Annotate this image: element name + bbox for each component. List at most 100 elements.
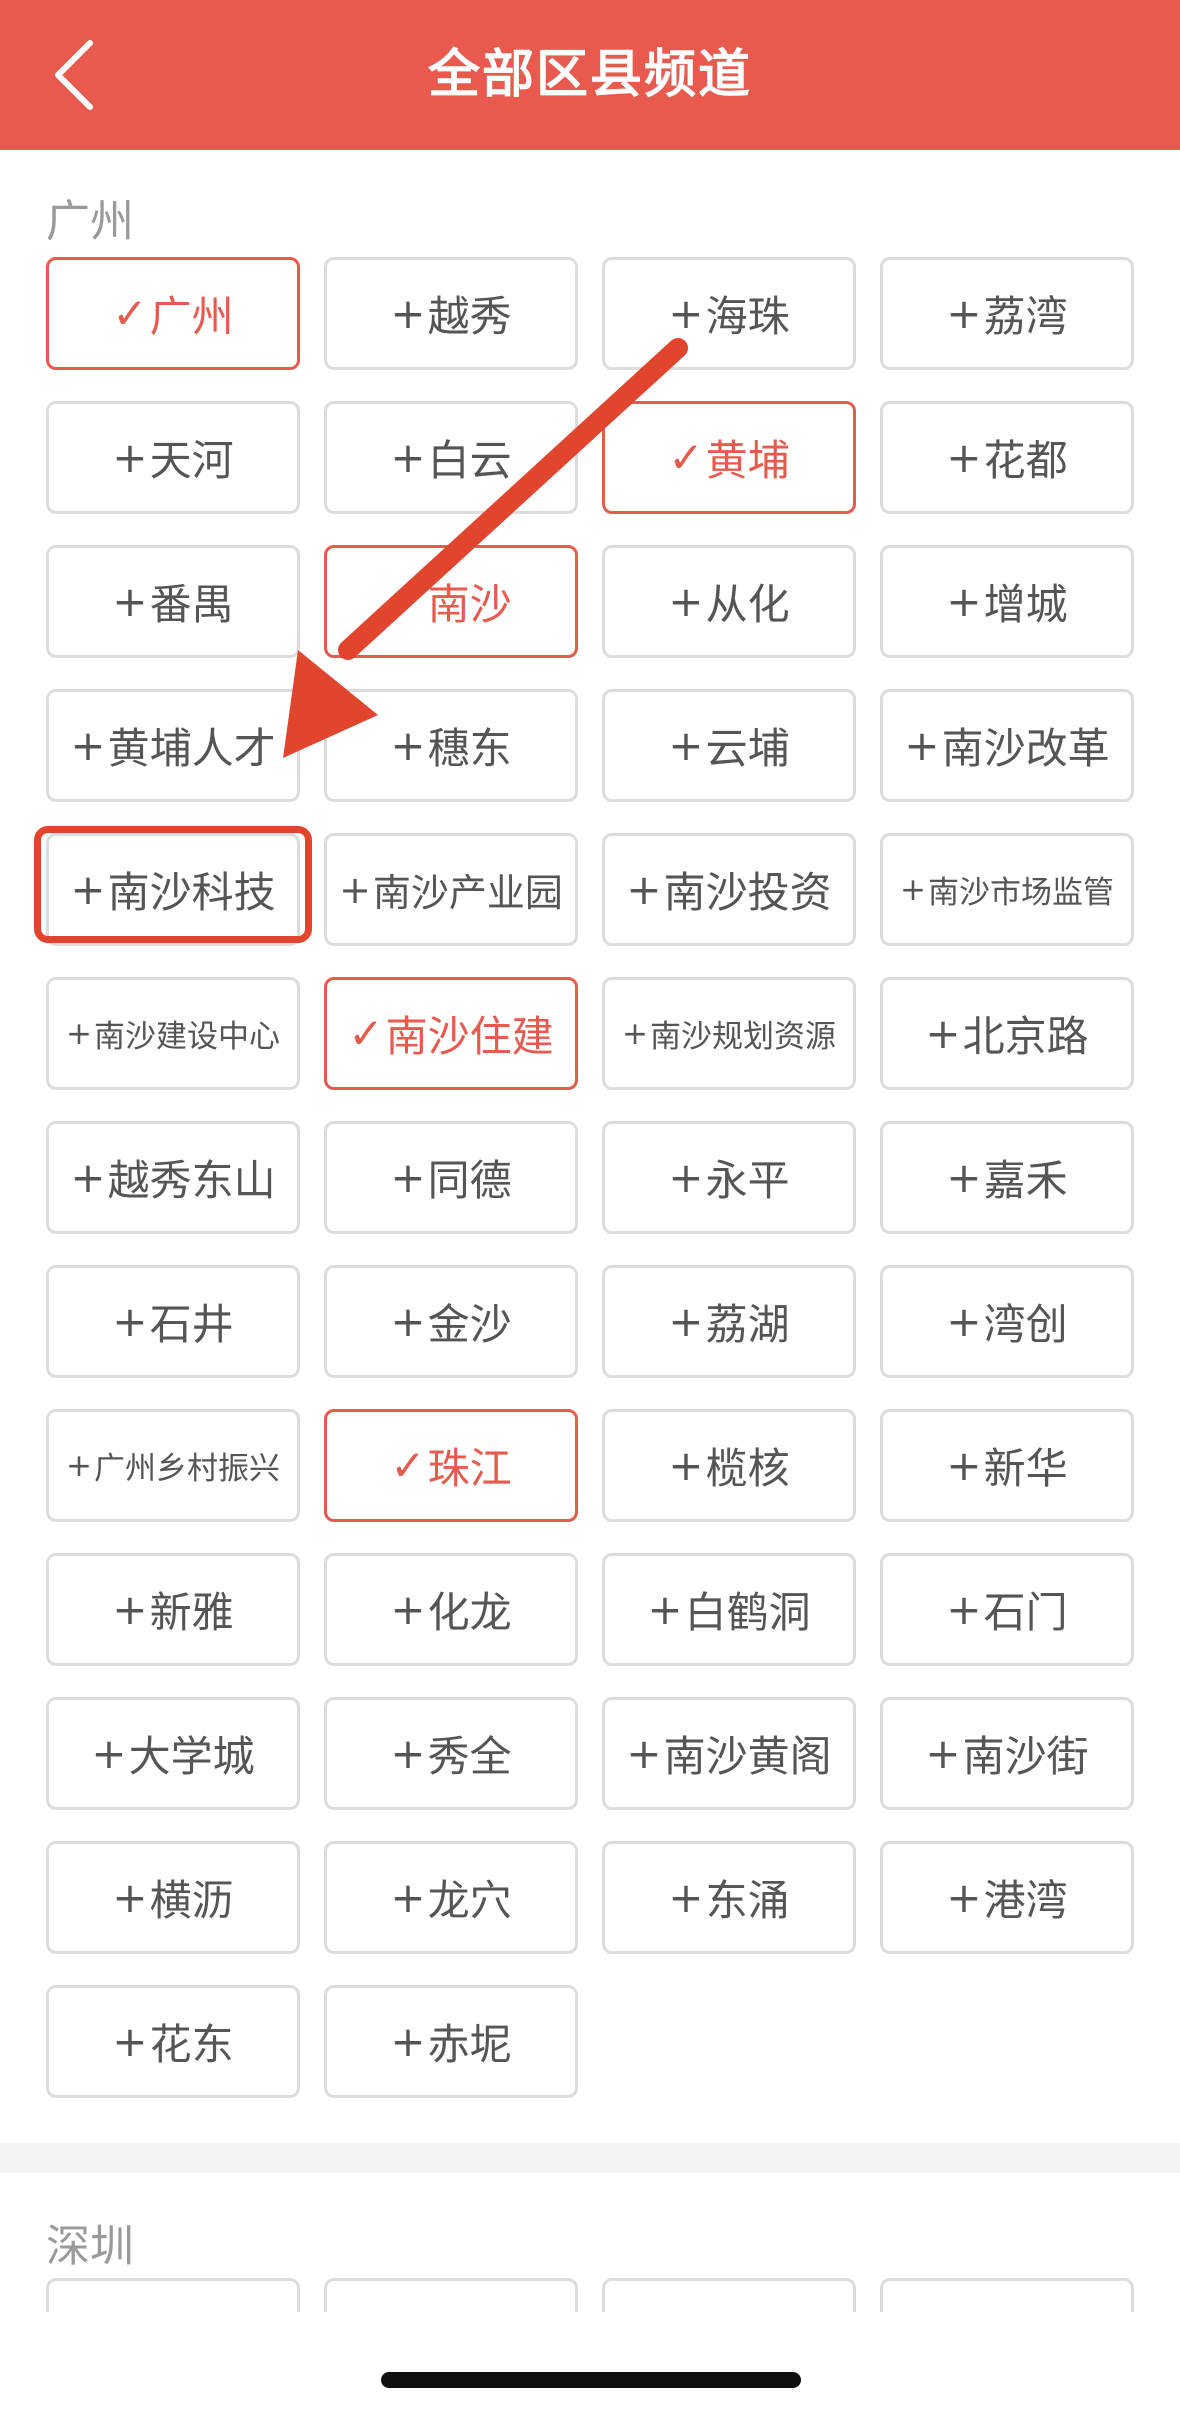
channel-chip-label: 白鹤洞 <box>684 1588 811 1637</box>
check-icon: ✓ <box>112 289 148 338</box>
plus-icon: + <box>70 1153 106 1202</box>
plus-icon: + <box>925 1009 961 1058</box>
channel-chip[interactable]: + 石井 <box>46 1265 300 1378</box>
channel-chip[interactable]: + 白云 <box>324 401 578 514</box>
channel-chip[interactable]: ✓ 广州 <box>46 257 300 370</box>
channel-grid-shenzhen <box>46 2278 1134 2312</box>
channel-chip[interactable]: + 南沙街 <box>880 1697 1134 1810</box>
channel-chip[interactable]: ✓ 南沙住建 <box>324 977 578 1090</box>
channel-chip-label: 湾创 <box>983 1300 1068 1349</box>
plus-icon: + <box>668 1873 704 1922</box>
channel-chip[interactable]: + 横沥 <box>46 1841 300 1954</box>
plus-icon: + <box>390 1297 426 1346</box>
channel-chip-label: 花都 <box>983 436 1068 485</box>
channel-chip[interactable]: + 穗东 <box>324 689 578 802</box>
plus-icon: + <box>622 1015 648 1052</box>
channel-chip[interactable]: + 湾创 <box>880 1265 1134 1378</box>
channel-chip[interactable]: + 南沙投资 <box>602 833 856 946</box>
channel-chip[interactable]: + 化龙 <box>324 1553 578 1666</box>
channel-chip[interactable]: + 花东 <box>46 1985 300 2098</box>
channel-chip[interactable]: + 云埔 <box>602 689 856 802</box>
plus-icon: + <box>946 289 982 338</box>
channel-chip[interactable]: + 天河 <box>46 401 300 514</box>
plus-icon: + <box>668 1153 704 1202</box>
channel-chip[interactable]: + 南沙科技 <box>46 833 300 946</box>
channel-chip[interactable]: + 新雅 <box>46 1553 300 1666</box>
plus-icon: + <box>390 433 426 482</box>
plus-icon: + <box>390 2017 426 2066</box>
channel-chip-placeholder[interactable] <box>880 2278 1134 2312</box>
channel-chip[interactable]: ✓ 南沙 <box>324 545 578 658</box>
plus-icon: + <box>946 433 982 482</box>
channel-chip[interactable]: + 新华 <box>880 1409 1134 1522</box>
channel-chip[interactable]: + 荔湖 <box>602 1265 856 1378</box>
channel-chip[interactable]: + 越秀东山 <box>46 1121 300 1234</box>
channel-chip[interactable]: + 黄埔人才 <box>46 689 300 802</box>
channel-chip[interactable]: + 榄核 <box>602 1409 856 1522</box>
channel-chip[interactable]: ✓ 黄埔 <box>602 401 856 514</box>
channel-chip[interactable]: + 大学城 <box>46 1697 300 1810</box>
channel-chip-label: 永平 <box>705 1156 790 1205</box>
channel-chip-label: 海珠 <box>705 292 790 341</box>
channel-chip-placeholder[interactable] <box>46 2278 300 2312</box>
channel-chip[interactable]: + 南沙规划资源 <box>602 977 856 1090</box>
channel-chip[interactable]: + 南沙产业园 <box>324 833 578 946</box>
channel-chip[interactable]: + 从化 <box>602 545 856 658</box>
channel-chip-label: 新华 <box>983 1444 1068 1493</box>
plus-icon: + <box>647 1585 683 1634</box>
plus-icon: + <box>668 289 704 338</box>
channel-chip-label: 白云 <box>427 436 512 485</box>
channel-chip[interactable]: + 龙穴 <box>324 1841 578 1954</box>
channel-chip[interactable]: + 北京路 <box>880 977 1134 1090</box>
channel-chip-label: 从化 <box>705 580 790 629</box>
channel-chip[interactable]: + 番禺 <box>46 545 300 658</box>
plus-icon: + <box>946 577 982 626</box>
channel-chip[interactable]: ✓ 珠江 <box>324 1409 578 1522</box>
channel-chip[interactable]: + 花都 <box>880 401 1134 514</box>
channel-chip-label: 南沙 <box>427 580 512 629</box>
channel-chip-label: 嘉禾 <box>983 1156 1068 1205</box>
channel-chip[interactable]: + 南沙黄阁 <box>602 1697 856 1810</box>
channel-chip[interactable]: + 南沙改革 <box>880 689 1134 802</box>
check-icon: ✓ <box>348 1009 384 1058</box>
channel-chip[interactable]: + 广州乡村振兴 <box>46 1409 300 1522</box>
channel-chip[interactable]: + 秀全 <box>324 1697 578 1810</box>
channel-chip-placeholder[interactable] <box>602 2278 856 2312</box>
channel-chip[interactable]: + 港湾 <box>880 1841 1134 1954</box>
channel-chip-label: 荔湖 <box>705 1300 790 1349</box>
channel-chip-label: 赤坭 <box>427 2020 512 2069</box>
home-indicator[interactable] <box>381 2372 801 2388</box>
channel-chip-label: 天河 <box>149 436 234 485</box>
channel-chip-label: 龙穴 <box>427 1876 512 1925</box>
channel-chip[interactable]: + 永平 <box>602 1121 856 1234</box>
channel-chip[interactable]: + 白鹤洞 <box>602 1553 856 1666</box>
channel-chip[interactable]: + 南沙建设中心 <box>46 977 300 1090</box>
channel-chip[interactable]: + 增城 <box>880 545 1134 658</box>
plus-icon: + <box>112 1297 148 1346</box>
channel-chip[interactable]: + 南沙市场监管 <box>880 833 1134 946</box>
plus-icon: + <box>946 1873 982 1922</box>
channel-chip[interactable]: + 嘉禾 <box>880 1121 1134 1234</box>
channel-chip[interactable]: + 同德 <box>324 1121 578 1234</box>
channel-chip-label: 南沙改革 <box>941 724 1110 773</box>
channel-chip[interactable]: + 海珠 <box>602 257 856 370</box>
channel-chip-label: 秀全 <box>427 1732 512 1781</box>
check-icon: ✓ <box>668 433 704 482</box>
channel-chip-label: 越秀 <box>427 292 512 341</box>
channel-chip-label: 荔湾 <box>983 292 1068 341</box>
channel-chip-label: 东涌 <box>705 1876 790 1925</box>
channel-chip-placeholder[interactable] <box>324 2278 578 2312</box>
channel-chip-label: 石井 <box>149 1300 234 1349</box>
channel-chip-label: 穗东 <box>427 724 512 773</box>
plus-icon: + <box>946 1297 982 1346</box>
channel-chip[interactable]: + 东涌 <box>602 1841 856 1954</box>
channel-chip[interactable]: + 越秀 <box>324 257 578 370</box>
channel-chip[interactable]: + 荔湾 <box>880 257 1134 370</box>
channel-chip[interactable]: + 赤坭 <box>324 1985 578 2098</box>
channel-chip[interactable]: + 石门 <box>880 1553 1134 1666</box>
channel-chip-label: 花东 <box>149 2020 234 2069</box>
channel-chip[interactable]: + 金沙 <box>324 1265 578 1378</box>
plus-icon: + <box>390 1153 426 1202</box>
check-icon: ✓ <box>390 577 426 626</box>
plus-icon: + <box>946 1585 982 1634</box>
